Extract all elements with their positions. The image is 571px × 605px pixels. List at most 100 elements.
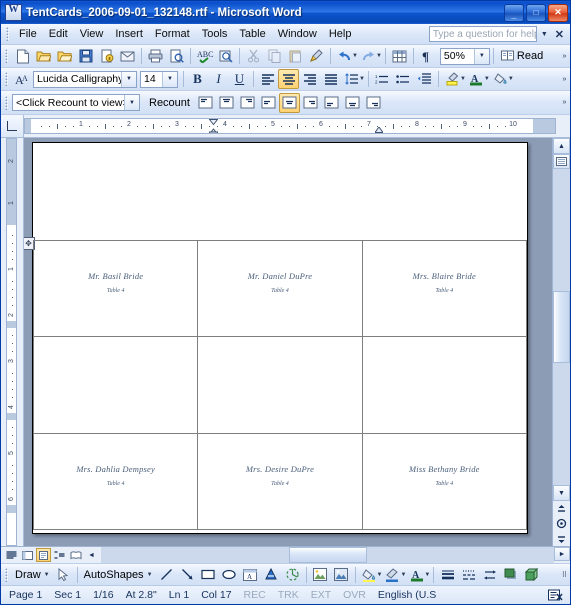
new-blank-document-icon[interactable] — [12, 46, 33, 66]
wordcount-combo[interactable]: <Click Recount to view> ▼ — [12, 94, 140, 111]
status-rec[interactable]: REC — [238, 589, 272, 601]
draw-menu-button[interactable]: Draw — [12, 569, 44, 581]
vertical-scrollbar[interactable]: ▲ ▼ — [552, 138, 570, 546]
menu-view[interactable]: View — [74, 26, 110, 42]
copy-icon[interactable] — [264, 46, 285, 66]
wordcount-toolbar-grip[interactable] — [5, 95, 8, 110]
autoshapes-menu-button[interactable]: AutoShapes — [81, 569, 147, 581]
bold-button[interactable]: B — [187, 69, 208, 89]
fill-color-icon[interactable] — [359, 565, 380, 585]
hscroll-track-left[interactable] — [101, 547, 289, 563]
menu-edit[interactable]: Edit — [43, 26, 74, 42]
table-row[interactable]: Mrs. Desire DuPre Table 4 — [198, 433, 363, 530]
font-color-icon[interactable]: A — [406, 565, 427, 585]
dash-style-icon[interactable] — [458, 565, 479, 585]
align-bottom-center-icon[interactable] — [342, 93, 363, 113]
select-objects-icon[interactable] — [53, 565, 74, 585]
email-icon[interactable] — [117, 46, 138, 66]
align-right-icon[interactable] — [299, 69, 320, 89]
recount-button[interactable]: Recount — [144, 97, 195, 109]
minimize-button[interactable]: _ — [504, 3, 524, 22]
web-layout-view-icon[interactable] — [20, 548, 35, 562]
table-row[interactable] — [34, 337, 199, 434]
formatting-toolbar-grip[interactable] — [5, 72, 8, 86]
drawing-toolbar-grip[interactable] — [5, 567, 8, 582]
table-row[interactable] — [198, 337, 363, 434]
vertical-ruler[interactable]: 2 1 1 2 3 4 5 6 — [6, 138, 17, 546]
previous-page-button[interactable] — [553, 501, 570, 516]
next-page-button[interactable] — [553, 531, 570, 546]
arrow-style-icon[interactable] — [479, 565, 500, 585]
table-row[interactable] — [362, 337, 527, 434]
styles-and-formatting-icon[interactable]: AA — [12, 69, 33, 89]
underline-button[interactable]: U — [229, 69, 250, 89]
scroll-track-lower[interactable] — [553, 363, 570, 485]
rectangle-icon[interactable] — [198, 565, 219, 585]
table-row[interactable]: Mr. Basil Bride Table 4 — [34, 241, 199, 338]
close-button[interactable]: ✕ — [548, 3, 568, 22]
document-page[interactable]: ✥ Mr. Basil Bride Table 4 Mr. Daniel DuP… — [24, 142, 528, 534]
menu-table[interactable]: Table — [233, 26, 271, 42]
format-painter-icon[interactable] — [306, 46, 327, 66]
wordart-icon[interactable] — [261, 565, 282, 585]
right-indent-marker[interactable] — [375, 127, 383, 133]
paste-icon[interactable] — [285, 46, 306, 66]
split-bar-button[interactable] — [553, 154, 570, 169]
align-top-left-icon[interactable] — [195, 93, 216, 113]
spelling-status-icon[interactable] — [542, 589, 568, 602]
select-browse-object-button[interactable] — [553, 516, 570, 531]
status-ext[interactable]: EXT — [305, 589, 337, 601]
diagram-icon[interactable] — [282, 565, 303, 585]
open-recent-icon[interactable] — [54, 46, 75, 66]
decrease-indent-icon[interactable] — [414, 69, 435, 89]
outline-view-icon[interactable] — [52, 548, 67, 562]
table-row[interactable]: Mrs. Blaire Bride Table 4 — [362, 241, 527, 338]
align-center-icon[interactable] — [278, 69, 299, 89]
menu-insert[interactable]: Insert — [109, 26, 149, 42]
research-icon[interactable] — [215, 46, 236, 66]
italic-button[interactable]: I — [208, 69, 229, 89]
align-center-left-icon[interactable] — [258, 93, 279, 113]
tab-stop-selector[interactable] — [1, 115, 24, 137]
align-center-right-icon[interactable] — [300, 93, 321, 113]
3d-style-icon[interactable] — [521, 565, 542, 585]
shadow-style-icon[interactable] — [500, 565, 521, 585]
indent-markers[interactable] — [209, 119, 218, 133]
clip-art-icon[interactable] — [310, 565, 331, 585]
bulleted-list-icon[interactable] — [393, 69, 414, 89]
cut-icon[interactable] — [243, 46, 264, 66]
zoom-dropdown-icon[interactable]: ▼ — [473, 48, 489, 64]
status-trk[interactable]: TRK — [272, 589, 305, 601]
horizontal-ruler[interactable]: 1 2 3 4 5 6 7 8 9 10 — [24, 118, 556, 134]
font-name-combo[interactable]: Lucida Calligraphy ▼ — [33, 70, 137, 88]
spelling-grammar-icon[interactable]: ABC — [194, 46, 215, 66]
scroll-down-button[interactable]: ▼ — [553, 485, 570, 501]
status-language[interactable]: English (U.S — [372, 589, 442, 601]
wordcount-dropdown-icon[interactable]: ▼ — [124, 95, 139, 110]
chevron-down-icon[interactable]: ▼ — [539, 31, 550, 38]
menubar-grip[interactable] — [6, 27, 9, 41]
font-size-dropdown-icon[interactable]: ▼ — [162, 71, 177, 87]
print-preview-icon[interactable] — [166, 46, 187, 66]
read-button[interactable]: Read — [497, 50, 547, 62]
insert-table-icon[interactable] — [389, 46, 410, 66]
draw-dropdown-icon[interactable]: ▼ — [44, 572, 50, 578]
shading-color-icon[interactable] — [490, 69, 511, 89]
wordcount-toolbar-overflow-button[interactable]: » — [559, 93, 570, 113]
line-color-icon[interactable] — [382, 565, 403, 585]
line-style-icon[interactable] — [437, 565, 458, 585]
open-icon[interactable] — [33, 46, 54, 66]
hscroll-left-button[interactable]: ◄ — [84, 548, 99, 562]
hscroll-thumb[interactable] — [288, 547, 367, 563]
permission-icon[interactable] — [96, 46, 117, 66]
align-justify-icon[interactable] — [320, 69, 341, 89]
print-layout-view-icon[interactable] — [36, 548, 51, 562]
horizontal-scrollbar[interactable]: ► — [101, 547, 570, 563]
oval-icon[interactable] — [219, 565, 240, 585]
standard-toolbar-grip[interactable] — [5, 49, 8, 63]
highlight-color-icon[interactable] — [442, 69, 463, 89]
maximize-button[interactable]: □ — [526, 3, 546, 22]
arrow-icon[interactable] — [177, 565, 198, 585]
show-formatting-icon[interactable]: ¶ — [417, 46, 438, 66]
align-bottom-right-icon[interactable] — [363, 93, 384, 113]
